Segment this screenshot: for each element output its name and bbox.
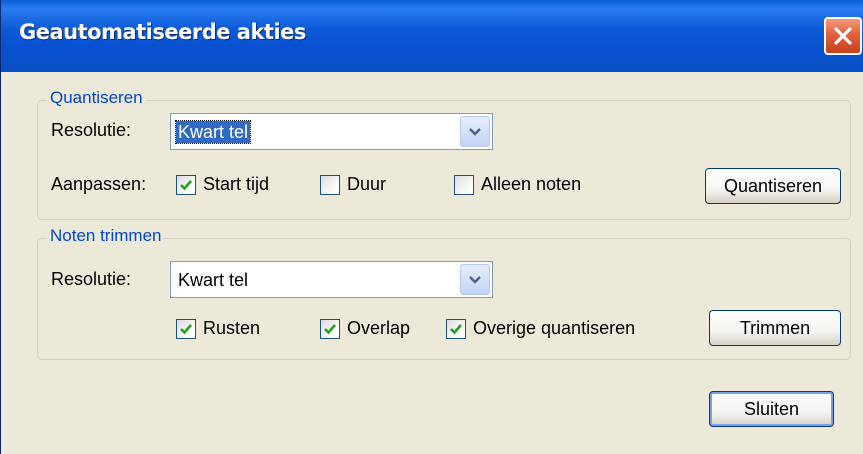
quantize-button[interactable]: Quantiseren bbox=[705, 168, 841, 204]
other-quantize-label[interactable]: Overige quantiseren bbox=[473, 318, 635, 339]
quantize-group-legend: Quantiseren bbox=[47, 88, 146, 108]
quantize-adjust-label: Aanpassen: bbox=[51, 174, 147, 194]
only-notes-label[interactable]: Alleen noten bbox=[481, 174, 581, 195]
start-time-label[interactable]: Start tijd bbox=[203, 174, 269, 195]
rests-checkbox[interactable] bbox=[176, 319, 196, 339]
dialog-window: Geautomatiseerde akties Quantiseren Reso… bbox=[0, 0, 863, 454]
trim-resolution-value: Kwart tel bbox=[178, 270, 249, 290]
trim-resolution-label: Resolutie: bbox=[51, 269, 132, 289]
overlap-label[interactable]: Overlap bbox=[347, 318, 410, 339]
quantize-resolution-value: Kwart tel bbox=[174, 120, 252, 144]
trim-resolution-dropdown[interactable]: Kwart tel bbox=[170, 261, 493, 298]
overlap-checkbox[interactable] bbox=[320, 319, 340, 339]
only-notes-checkbox[interactable] bbox=[454, 175, 474, 195]
trim-resolution-dropdown-button[interactable] bbox=[460, 264, 490, 295]
rests-label[interactable]: Rusten bbox=[203, 318, 260, 339]
other-quantize-checkbox[interactable] bbox=[446, 319, 466, 339]
trim-group-legend: Noten trimmen bbox=[47, 226, 165, 246]
duration-label[interactable]: Duur bbox=[347, 174, 386, 195]
title-bar[interactable]: Geautomatiseerde akties bbox=[1, 0, 863, 72]
window-title: Geautomatiseerde akties bbox=[19, 20, 306, 44]
duration-checkbox[interactable] bbox=[320, 175, 340, 195]
trim-button[interactable]: Trimmen bbox=[709, 310, 841, 346]
close-window-button[interactable] bbox=[824, 17, 862, 55]
quantize-resolution-dropdown[interactable]: Kwart tel bbox=[170, 113, 493, 150]
quantize-resolution-label: Resolutie: bbox=[51, 120, 132, 140]
start-time-checkbox[interactable] bbox=[176, 175, 196, 195]
close-button[interactable]: Sluiten bbox=[709, 391, 834, 427]
quantize-resolution-dropdown-button[interactable] bbox=[460, 116, 490, 147]
dialog-body: Quantiseren Resolutie: Kwart tel Aanpass… bbox=[1, 72, 863, 454]
